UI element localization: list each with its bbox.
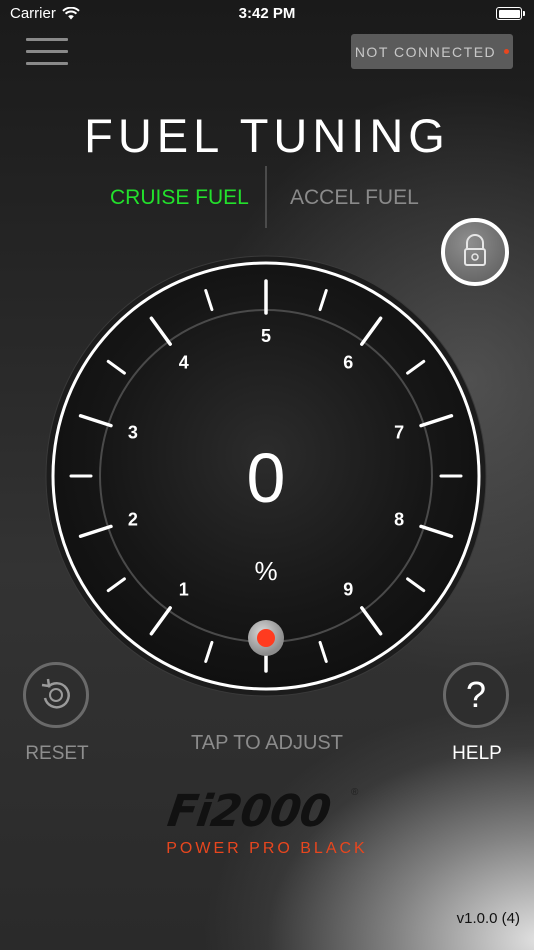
status-time: 3:42 PM [238,5,296,22]
help-button[interactable]: ? [443,662,509,728]
app-version: v1.0.0 (4) [456,910,520,927]
hamburger-icon[interactable] [26,38,68,66]
dial-tick-label: 9 [343,579,353,599]
brand-tagline: POWER PRO BLACK [166,840,368,857]
dial-tick-label: 7 [394,423,404,443]
fuel-dial[interactable]: 1 2 3 4 5 6 7 8 9 0 % [44,254,488,698]
tab-cruise-fuel[interactable]: CRUISE FUEL [110,186,249,210]
connection-label: NOT CONNECTED [354,43,497,60]
dial-tick-label: 2 [128,509,138,529]
help-label: HELP [452,743,502,764]
dial-unit: % [254,556,277,586]
dial-tick-label: 5 [261,326,271,346]
battery-icon [496,7,525,20]
dial-tick-label: 3 [128,423,138,443]
tab-accel-fuel[interactable]: ACCEL FUEL [290,186,419,210]
dial-tick-label: 4 [179,353,189,373]
brand-logo: Fi2000 [164,786,334,837]
page-title: FUEL TUNING [84,109,450,162]
dial-value: 0 [247,439,286,517]
tab-divider [265,166,267,228]
help-icon: ? [465,674,487,715]
dial-tick-label: 8 [394,509,404,529]
dial-indicator-knob[interactable] [248,620,284,656]
reset-icon [41,678,70,709]
connection-status-badge[interactable]: NOT CONNECTED [351,34,513,69]
dial-tick-label: 6 [343,353,353,373]
dial-tick-label: 1 [179,579,189,599]
reset-button[interactable] [23,662,89,728]
registered-mark: ® [351,787,359,798]
connection-status-dot [504,49,510,54]
